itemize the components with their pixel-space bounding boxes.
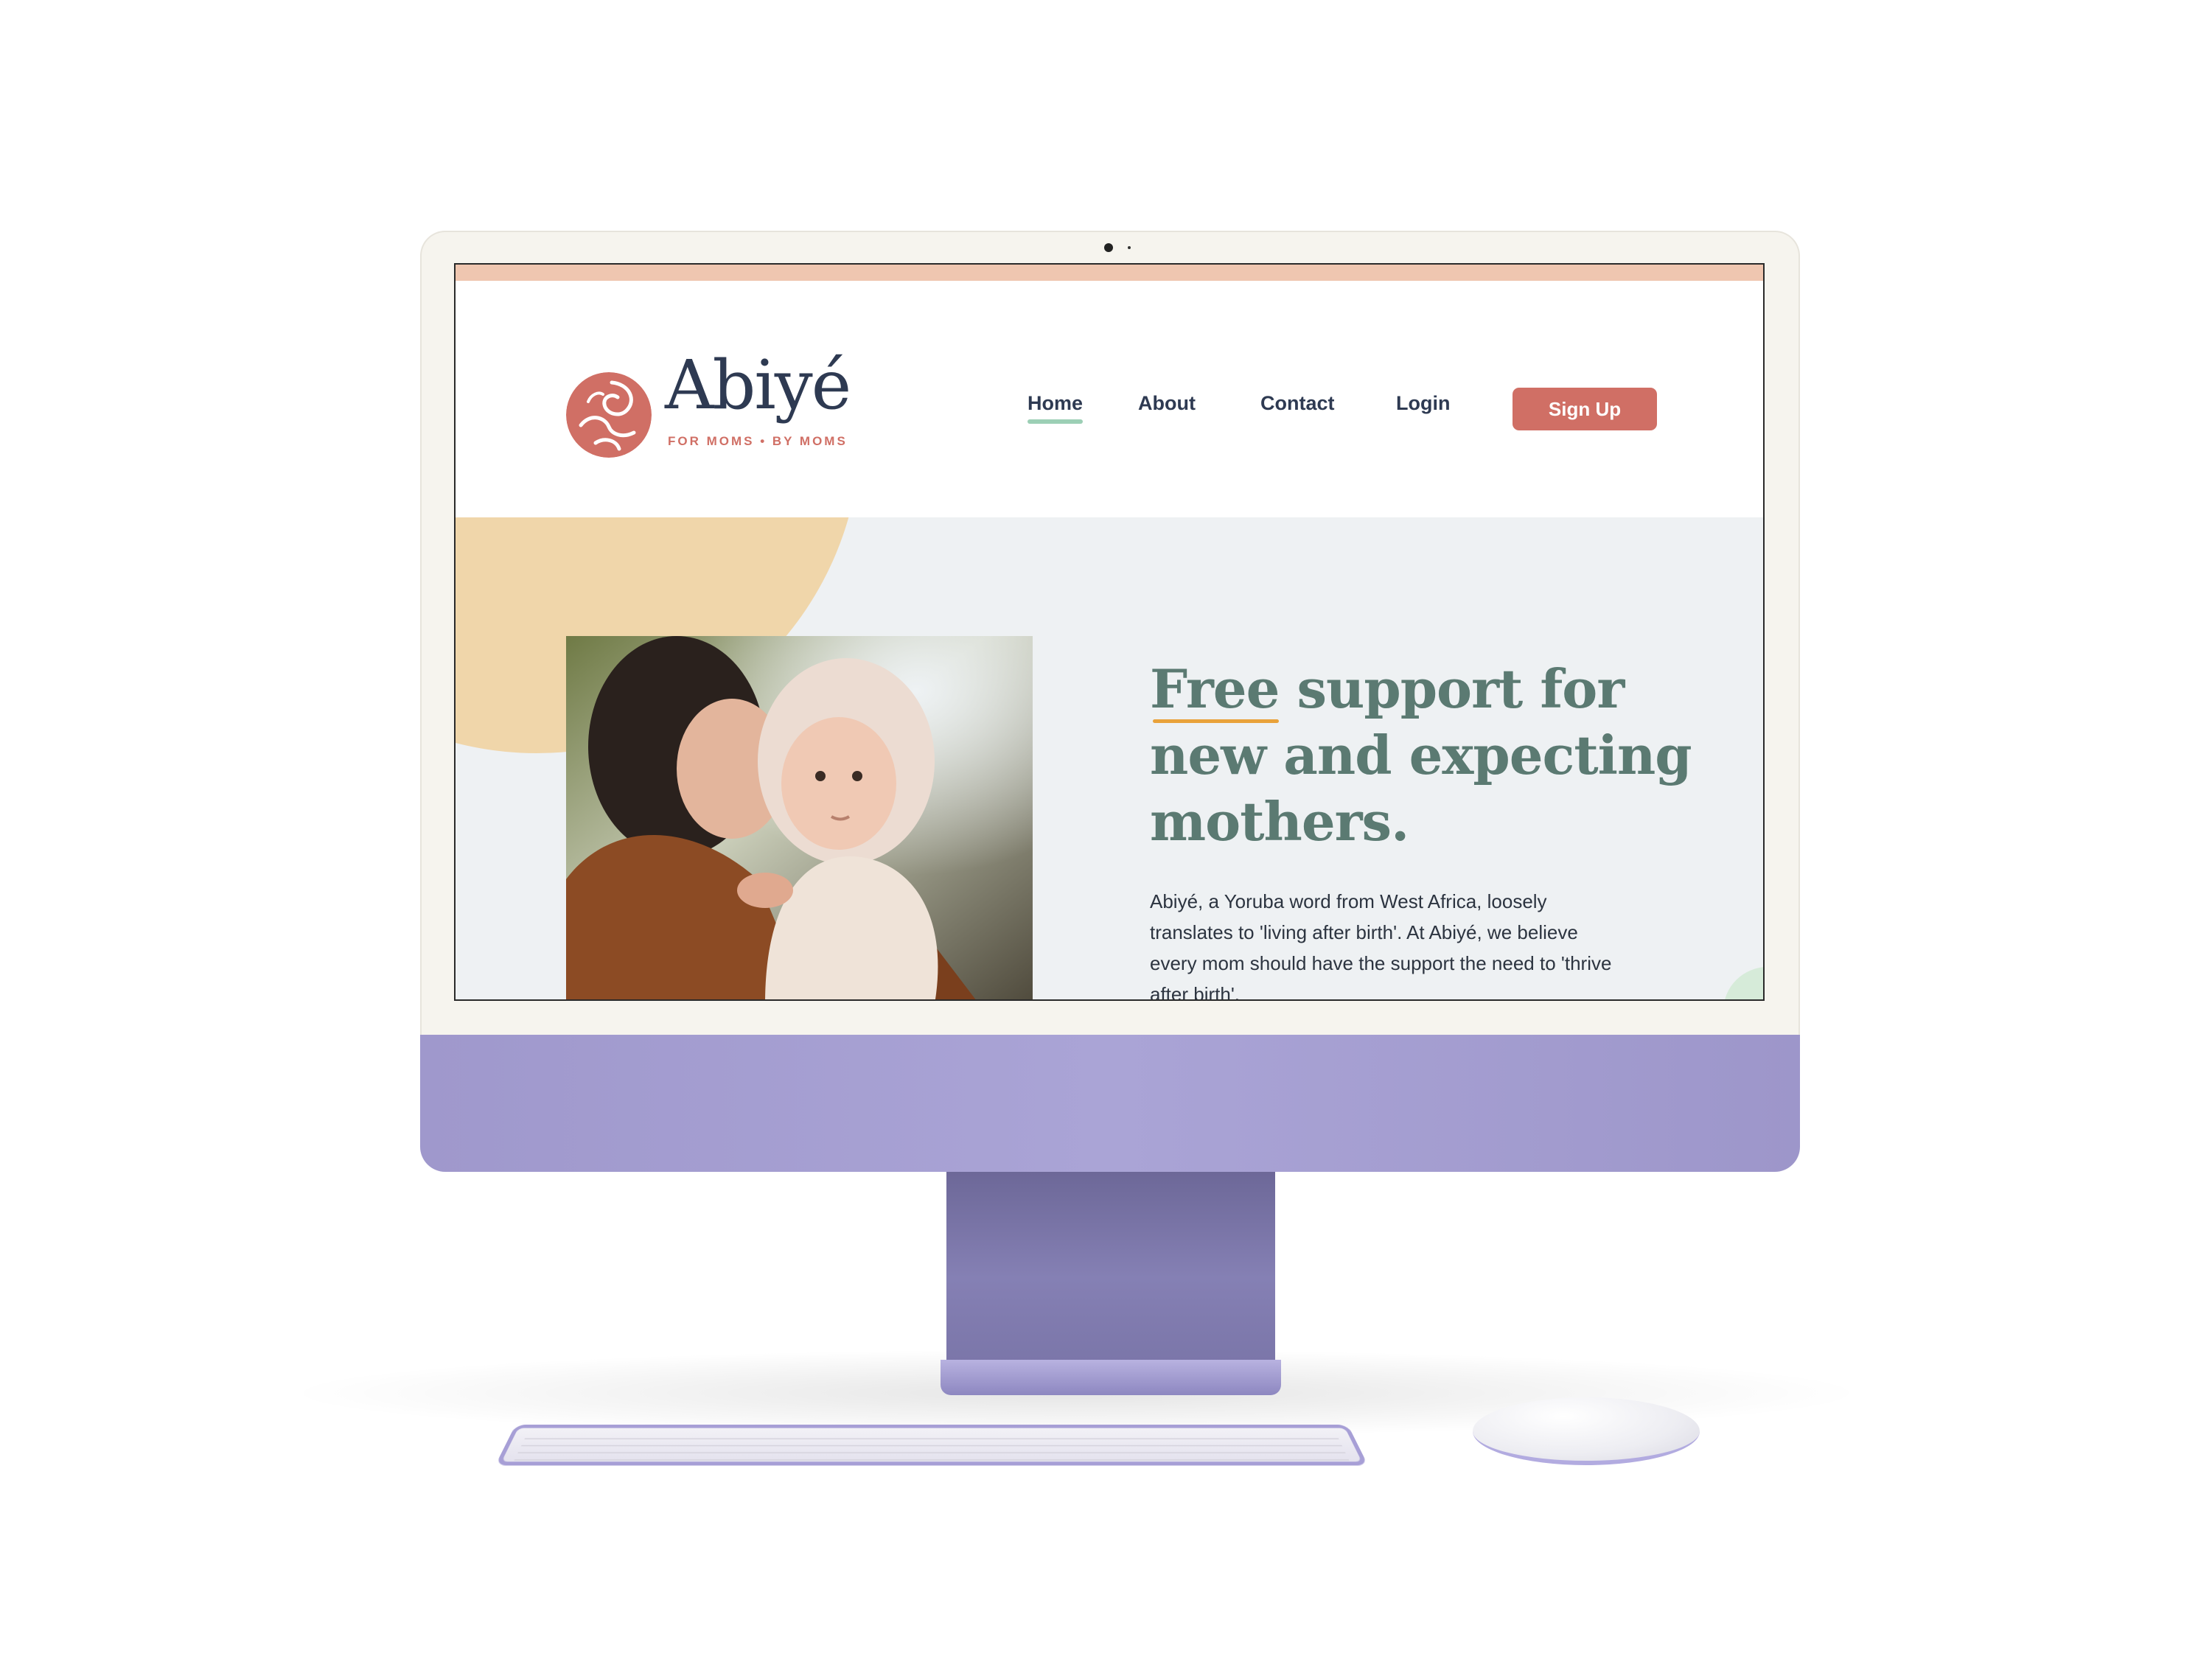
sign-up-button[interactable]: Sign Up	[1513, 388, 1657, 430]
nav-item-contact[interactable]: Contact	[1260, 391, 1335, 415]
headline-line-3: mothers.	[1150, 790, 1409, 853]
logo-tagline: FOR MOMS • BY MOMS	[668, 434, 848, 448]
imac-stand-foot	[941, 1360, 1281, 1395]
top-accent-strip	[456, 265, 1763, 281]
nav-item-home[interactable]: Home	[1028, 391, 1084, 424]
abiye-logo-icon	[566, 372, 652, 458]
hero-photo	[566, 636, 1033, 999]
active-nav-underline	[1028, 419, 1084, 424]
site-header: Abiyé FOR MOMS • BY MOMS Home About Cont…	[456, 281, 1763, 517]
imac-stand	[946, 1164, 1275, 1371]
camera-led-icon	[1128, 246, 1131, 249]
hero-section: Free support for new and expecting mothe…	[456, 517, 1763, 1001]
nav-item-label: About	[1138, 392, 1196, 414]
logo-wordmark: Abiyé	[665, 346, 851, 425]
mouse	[1473, 1397, 1700, 1465]
headline-line-2: new and expecting	[1150, 724, 1692, 787]
nav-item-login[interactable]: Login	[1396, 391, 1450, 415]
imac-chin	[420, 1035, 1800, 1172]
hero-headline: Free support for new and expecting mothe…	[1150, 656, 1692, 855]
nav-item-label: Home	[1028, 392, 1084, 414]
camera-icon	[1104, 243, 1113, 252]
headline-accent-underline	[1153, 719, 1280, 724]
hero-description: Abiyé, a Yoruba word from West Africa, l…	[1150, 890, 1612, 1001]
decorative-green-blob	[1723, 967, 1763, 999]
nav-item-label: Contact	[1260, 392, 1335, 414]
nav-item-about[interactable]: About	[1138, 391, 1196, 415]
nav-item-label: Login	[1396, 392, 1451, 414]
headline-underlined-word: Free	[1150, 657, 1280, 724]
headline-line-1: Free support for	[1150, 656, 1681, 724]
website-viewport: Abiyé FOR MOMS • BY MOMS Home About Cont…	[454, 263, 1765, 1001]
keyboard	[495, 1425, 1369, 1466]
mother-kissing-baby-photo-icon	[566, 636, 1033, 999]
mother-child-swirl-icon	[566, 372, 652, 458]
